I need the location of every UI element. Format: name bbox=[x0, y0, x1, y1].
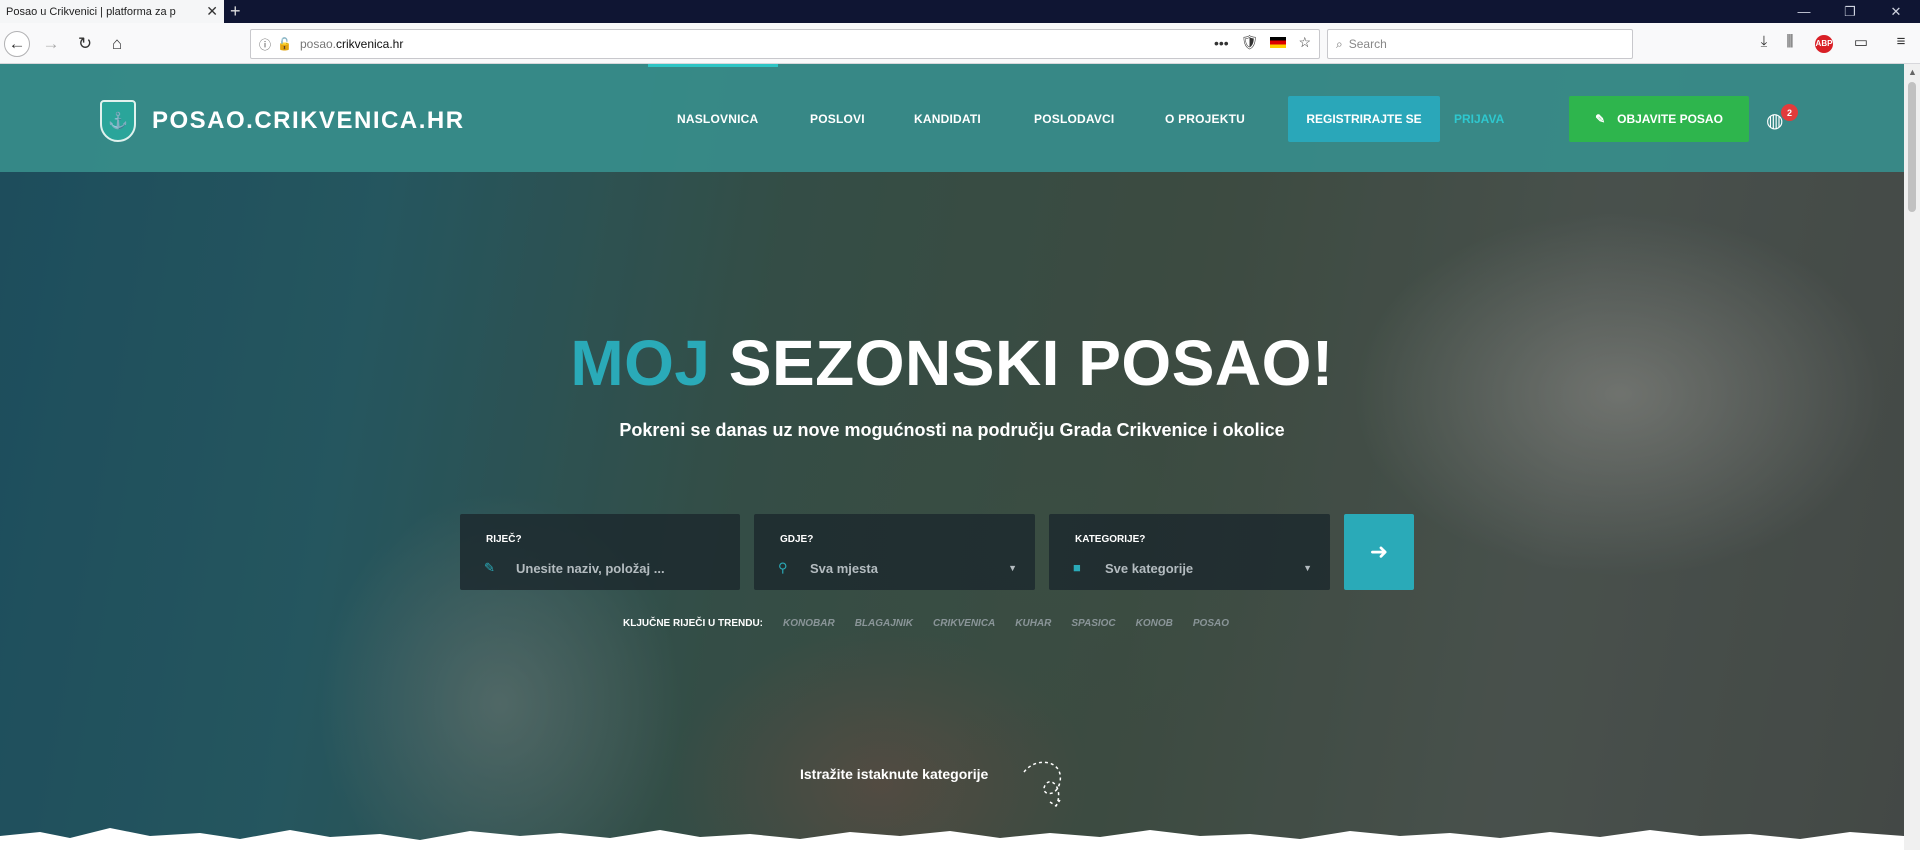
keyword-label: RIJEČ? bbox=[486, 534, 522, 545]
category-label: KATEGORIJE? bbox=[1075, 534, 1146, 545]
logo-shield-icon[interactable]: ⚓ bbox=[100, 100, 136, 142]
adblock-icon[interactable]: ABP bbox=[1815, 35, 1837, 53]
library-icon[interactable]: ⫼ bbox=[1779, 33, 1801, 50]
sidebar-icon[interactable]: ▭ bbox=[1850, 33, 1872, 51]
trending-word[interactable]: SPASIOC bbox=[1071, 618, 1115, 629]
search-location-box[interactable]: GDJE? ⚲ Sva mjesta ▼ bbox=[754, 514, 1035, 590]
trending-word[interactable]: BLAGAJNIK bbox=[855, 618, 913, 629]
tab-title: Posao u Crikvenici | platforma za p bbox=[6, 5, 176, 18]
web-page: ⚓ POSAO.CRIKVENICA.HR NASLOVNICA POSLOVI… bbox=[0, 64, 1904, 850]
url-host: crikvenica.hr bbox=[336, 37, 404, 51]
site-logo-text[interactable]: POSAO.CRIKVENICA.HR bbox=[152, 107, 465, 135]
notification-badge: 2 bbox=[1781, 104, 1798, 121]
hero-title-accent: MOJ bbox=[570, 327, 711, 399]
post-job-button[interactable]: ✎ OBJAVITE POSAO bbox=[1569, 96, 1749, 142]
category-select[interactable]: Sve kategorije bbox=[1105, 561, 1193, 576]
close-window-icon[interactable]: ✕ bbox=[1876, 0, 1916, 23]
home-icon[interactable]: ⌂ bbox=[104, 31, 130, 57]
nav-item-poslodavci[interactable]: POSLODAVCI bbox=[1034, 112, 1114, 126]
pencil-icon: ✎ bbox=[484, 560, 495, 575]
german-flag-icon[interactable] bbox=[1270, 37, 1287, 48]
search-submit-button[interactable]: ➜ bbox=[1344, 514, 1414, 590]
browser-tab[interactable]: Posao u Crikvenici | platforma za p ✕ bbox=[0, 0, 224, 23]
chevron-down-icon[interactable]: ▼ bbox=[1008, 563, 1017, 573]
hero-title-rest: SEZONSKI POSAO! bbox=[728, 327, 1334, 399]
explore-categories-link[interactable]: Istražite istaknute kategorije bbox=[800, 766, 988, 782]
search-keyword-box[interactable]: RIJEČ? ✎ Unesite naziv, položaj ... bbox=[460, 514, 740, 590]
browser-nav-bar: ← → ↻ ⌂ ⓘ 🔓 posao. crikvenica.hr ••• 🛡 ☆ … bbox=[0, 23, 1920, 64]
menu-hamburger-icon[interactable]: ≡ bbox=[1890, 33, 1912, 50]
search-placeholder: Search bbox=[1348, 37, 1387, 51]
nav-item-kandidati[interactable]: KANDIDATI bbox=[914, 112, 981, 126]
register-button[interactable]: REGISTRIRAJTE SE bbox=[1288, 96, 1440, 142]
page-actions-icon[interactable]: ••• bbox=[1214, 35, 1229, 51]
trending-word[interactable]: POSAO bbox=[1193, 618, 1229, 629]
trending-word[interactable]: KONOB bbox=[1136, 618, 1173, 629]
location-select[interactable]: Sva mjesta bbox=[810, 561, 878, 576]
browser-tab-bar: Posao u Crikvenici | platforma za p ✕ + … bbox=[0, 0, 1920, 23]
site-header: ⚓ POSAO.CRIKVENICA.HR NASLOVNICA POSLOVI… bbox=[0, 64, 1904, 172]
trending-word[interactable]: KUHAR bbox=[1015, 618, 1051, 629]
nav-item-naslovnica[interactable]: NASLOVNICA bbox=[677, 112, 758, 126]
trending-word[interactable]: CRIKVENICA bbox=[933, 618, 995, 629]
trending-word[interactable]: KONOBAR bbox=[783, 618, 835, 629]
insecure-lock-icon[interactable]: 🔓 bbox=[277, 37, 292, 51]
nav-item-poslovi[interactable]: POSLOVI bbox=[810, 112, 865, 126]
briefcase-icon: ■ bbox=[1073, 560, 1081, 575]
hero-overlay bbox=[0, 64, 1904, 850]
info-icon[interactable]: ⓘ bbox=[259, 36, 271, 53]
url-prefix: posao. bbox=[299, 37, 336, 51]
minimize-icon[interactable]: — bbox=[1784, 0, 1824, 23]
location-label: GDJE? bbox=[780, 534, 814, 545]
forward-arrow-icon[interactable]: → bbox=[38, 31, 64, 57]
page-scrollbar[interactable]: ▲ bbox=[1904, 64, 1920, 850]
url-bar[interactable]: ⓘ 🔓 posao. crikvenica.hr ••• 🛡 ☆ bbox=[250, 29, 1320, 59]
new-tab-button[interactable]: + bbox=[230, 0, 241, 22]
scroll-up-icon[interactable]: ▲ bbox=[1908, 67, 1917, 77]
back-arrow-icon[interactable]: ← bbox=[4, 31, 30, 57]
torn-paper-edge bbox=[0, 828, 1904, 850]
reload-icon[interactable]: ↻ bbox=[72, 31, 98, 57]
chevron-down-icon[interactable]: ▼ bbox=[1303, 563, 1312, 573]
pocket-icon[interactable]: 🛡 bbox=[1241, 34, 1259, 51]
keyword-input[interactable]: Unesite naziv, položaj ... bbox=[516, 561, 665, 576]
edit-icon: ✎ bbox=[1595, 112, 1606, 126]
hero-subtitle: Pokreni se danas uz nove mogućnosti na p… bbox=[619, 420, 1285, 440]
curly-arrow-icon bbox=[1023, 761, 1061, 808]
login-link[interactable]: PRIJAVA bbox=[1454, 112, 1504, 126]
nav-item-o-projektu[interactable]: O PROJEKTU bbox=[1165, 112, 1245, 126]
post-job-label: OBJAVITE POSAO bbox=[1617, 112, 1723, 126]
download-icon[interactable]: ⤓ bbox=[1753, 33, 1775, 50]
search-icon: ⌕ bbox=[1336, 36, 1343, 51]
scrollbar-thumb[interactable] bbox=[1908, 82, 1916, 212]
restore-icon[interactable]: ❐ bbox=[1830, 0, 1870, 23]
hero-title: MOJ SEZONSKI POSAO! bbox=[0, 326, 1904, 400]
bookmark-star-icon[interactable]: ☆ bbox=[1298, 34, 1311, 51]
trending-keywords: KLJUČNE RIJEČI U TRENDU: KONOBAR BLAGAJN… bbox=[623, 618, 1229, 629]
active-nav-indicator bbox=[648, 64, 778, 67]
arrow-right-icon: ➜ bbox=[1369, 539, 1389, 564]
browser-search-input[interactable]: ⌕ Search bbox=[1327, 29, 1633, 59]
trending-label: KLJUČNE RIJEČI U TRENDU: bbox=[623, 618, 764, 629]
search-category-box[interactable]: KATEGORIJE? ■ Sve kategorije ▼ bbox=[1049, 514, 1330, 590]
location-pin-icon: ⚲ bbox=[778, 560, 788, 575]
tab-close-icon[interactable]: ✕ bbox=[206, 3, 218, 20]
